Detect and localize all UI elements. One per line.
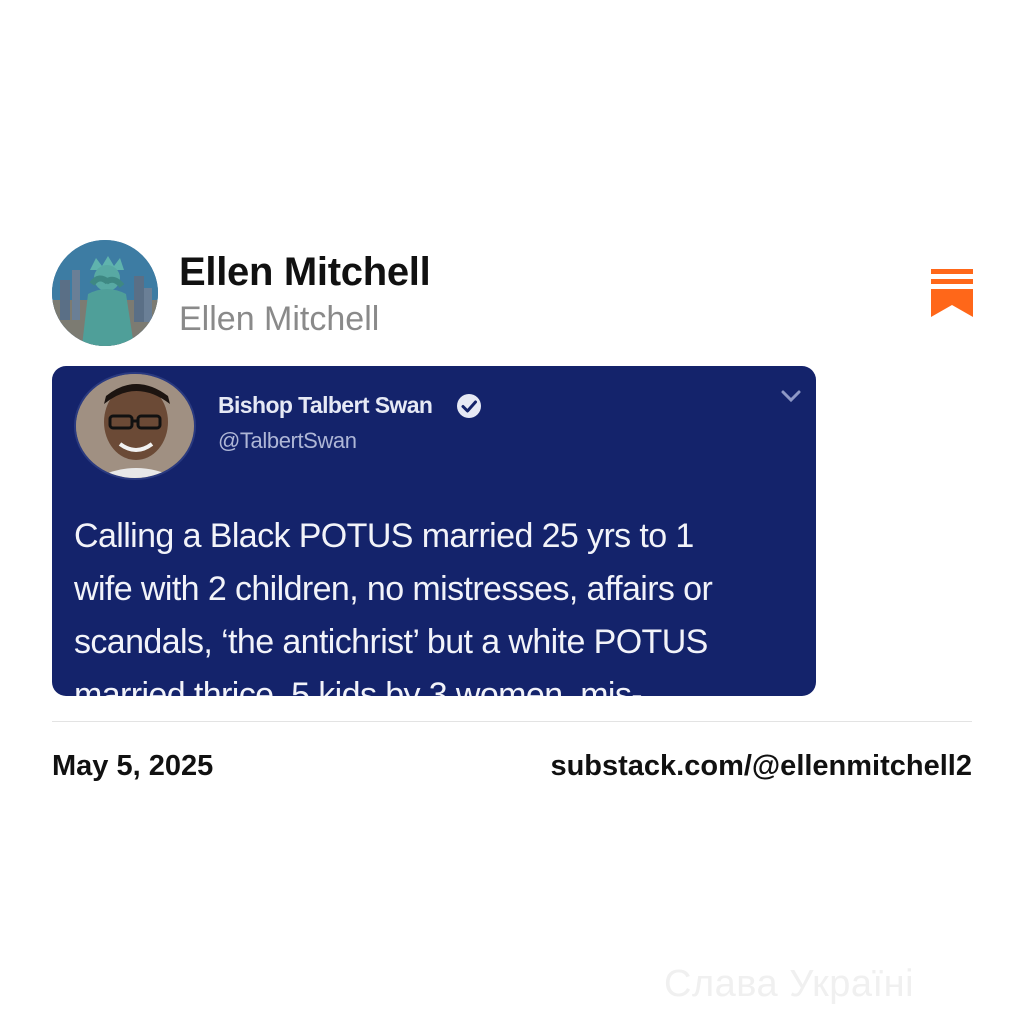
tweet-text: Calling a Black POTUS married 25 yrs to … [74, 517, 713, 696]
post-card: Ellen Mitchell Ellen Mitchell Bishop Tal… [52, 238, 973, 798]
tweet-author-name[interactable]: Bishop Talbert Swan [218, 392, 433, 419]
tweet-author-avatar[interactable] [74, 372, 196, 480]
source-link[interactable]: substack.com/@ellenmitchell2 [550, 750, 972, 783]
watermark: Слава Україні [664, 963, 915, 1005]
post-date: May 5, 2025 [52, 750, 214, 782]
divider [52, 721, 972, 722]
tweet-author-handle[interactable]: @TalbertSwan [218, 428, 357, 454]
author-handle: Ellen Mitchell [179, 300, 380, 338]
person-photo-icon [76, 374, 194, 478]
author-name[interactable]: Ellen Mitchell [179, 250, 431, 295]
statue-of-liberty-icon [52, 240, 158, 346]
embedded-tweet[interactable]: Bishop Talbert Swan @TalbertSwan Calling… [52, 366, 816, 696]
author-avatar[interactable] [52, 240, 158, 346]
chevron-down-icon[interactable] [778, 386, 804, 406]
substack-bookmark-icon[interactable] [931, 269, 973, 317]
verified-badge-icon [456, 393, 482, 419]
